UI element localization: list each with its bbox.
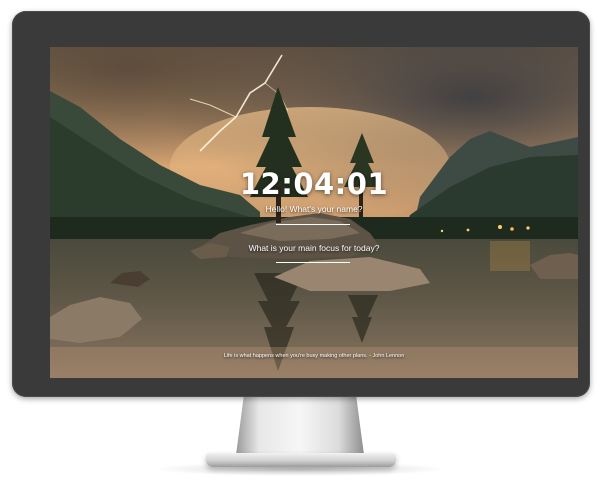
momentum-overlay: 12:04:01 Hello! What's your name? What i… — [50, 47, 578, 378]
monitor-frame: 12:04:01 Hello! What's your name? What i… — [12, 11, 590, 397]
clock-time: 12:04:01 — [239, 167, 389, 201]
screen: 12:04:01 Hello! What's your name? What i… — [50, 47, 578, 378]
name-input[interactable] — [276, 216, 350, 225]
focus-input[interactable] — [276, 254, 350, 263]
quote-text: Life is what happens when you're busy ma… — [223, 353, 405, 359]
monitor-stand-base — [206, 453, 396, 467]
focus-prompt: What is your main focus for today? — [248, 243, 380, 253]
monitor-stand-neck — [236, 397, 364, 455]
name-prompt: Hello! What's your name? — [265, 204, 363, 214]
